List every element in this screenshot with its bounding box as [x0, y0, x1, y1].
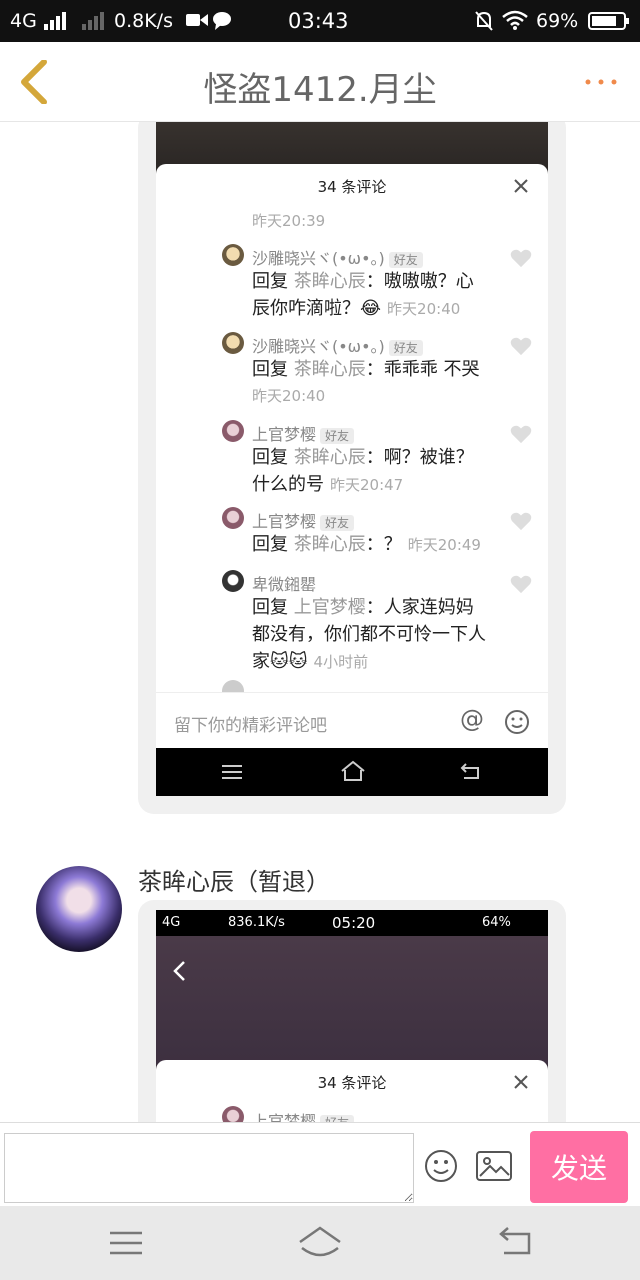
page-title: 怪盗1412.月尘	[203, 70, 437, 110]
screenshot-status-bar: 4G 836.1K/s 05:20 64%	[156, 910, 548, 936]
friend-badge: 好友	[388, 252, 423, 268]
comment-text: 回复 茶眸心辰：乖乖乖 不哭 昨天20:40	[252, 359, 480, 405]
comment-author: 上官梦樱	[252, 512, 317, 531]
comment-author: 上官梦樱	[252, 425, 317, 444]
sender-name: 茶眸心辰（暂退）	[138, 868, 330, 896]
network-speed: 0.8K/s	[114, 10, 173, 32]
avatar	[222, 332, 244, 354]
system-nav-bar	[0, 1206, 640, 1280]
comment-header: 沙雕晓兴ヾ(•ω•。) 好友	[252, 333, 423, 357]
more-dots-icon[interactable]	[584, 78, 618, 86]
comments-title: 34 条评论	[317, 1074, 387, 1092]
like-heart-icon	[510, 425, 532, 444]
message-bubble[interactable]: 34 条评论 昨天20:39 沙雕晓兴ヾ(•ω•。) 好友 回复 茶眸心辰：嗷嗷嗷…	[138, 122, 566, 814]
comment-text: 回复 茶眸心辰：啊？被谁？ 什么的号 昨天20:47	[252, 447, 474, 495]
comment-author: 卑微鎺罌	[252, 575, 317, 594]
message-icon	[213, 12, 231, 30]
friend-badge: 好友	[388, 340, 423, 356]
back-chevron-icon	[173, 961, 185, 981]
comments-title: 34 条评论	[317, 178, 387, 196]
menu-icon	[222, 765, 242, 779]
network-label: 4G	[10, 10, 37, 32]
home-icon	[341, 760, 365, 781]
send-button[interactable]: 发送	[530, 1131, 628, 1203]
wifi-icon	[502, 10, 528, 30]
comment-header: 卑微鎺罌	[252, 571, 316, 595]
comment-placeholder: 留下你的精彩评论吧	[174, 716, 327, 736]
game-scene	[156, 936, 548, 1064]
friend-badge: 好友	[320, 515, 355, 531]
comment-input-row: 留下你的精彩评论吧 @	[156, 692, 548, 748]
message-bubble[interactable]: 4G 836.1K/s 05:20 64% 34 条评论 上官梦樱好友	[138, 900, 566, 1122]
home-icon[interactable]	[298, 1226, 342, 1258]
status-bar: 4G 0.8K/s 03:43 69%	[0, 0, 640, 42]
comment-header: 上官梦樱好友	[252, 421, 355, 445]
friend-badge: 好友	[320, 428, 355, 444]
like-heart-icon	[510, 337, 532, 356]
signal-icon	[44, 12, 66, 30]
comment-header: 沙雕晓兴ヾ(•ω•。) 好友	[252, 245, 423, 269]
comment-header: 上官梦樱好友	[252, 1108, 355, 1122]
chat-area[interactable]: 34 条评论 昨天20:39 沙雕晓兴ヾ(•ω•。) 好友 回复 茶眸心辰：嗷嗷嗷…	[0, 122, 640, 1122]
smiley-icon	[505, 710, 529, 734]
like-heart-icon	[510, 512, 532, 531]
signal-weak-icon	[82, 12, 104, 30]
mute-bell-icon	[475, 11, 493, 31]
battery-percent: 69%	[536, 10, 579, 32]
back-arrow-icon[interactable]	[498, 1226, 532, 1256]
comment-author: 沙雕晓兴ヾ(•ω•。)	[252, 249, 385, 268]
comment-author: 沙雕晓兴ヾ(•ω•。)	[252, 337, 385, 356]
smiley-icon[interactable]	[424, 1149, 458, 1183]
screenshot-image[interactable]: 4G 836.1K/s 05:20 64% 34 条评论 上官梦樱好友	[156, 910, 548, 1122]
back-arrow-icon	[460, 763, 479, 779]
avatar	[222, 420, 244, 442]
input-bar: 发送	[0, 1122, 640, 1206]
comment-text: 回复 茶眸心辰：？ 昨天20:49	[252, 534, 481, 555]
avatar	[222, 244, 244, 266]
avatar	[222, 570, 244, 592]
clock: 03:43	[288, 9, 349, 33]
comments-panel: 34 条评论 上官梦樱好友	[156, 1060, 548, 1122]
sender-avatar[interactable]	[36, 866, 122, 952]
avatar	[222, 507, 244, 529]
at-icon: @	[460, 705, 484, 733]
close-icon	[514, 1075, 528, 1089]
like-heart-icon	[510, 249, 532, 268]
video-icon	[186, 14, 208, 26]
avatar	[222, 680, 244, 692]
emoji: 🐱🐱	[270, 651, 308, 672]
comments-panel: 34 条评论 昨天20:39 沙雕晓兴ヾ(•ω•。) 好友 回复 茶眸心辰：嗷嗷嗷…	[156, 164, 548, 692]
emoji: 😂	[360, 298, 382, 319]
comment-time: 昨天20:39	[252, 212, 326, 230]
avatar	[222, 1106, 244, 1122]
close-icon	[514, 179, 528, 193]
like-heart-icon	[510, 575, 532, 594]
chat-header: 怪盗1412.月尘	[0, 42, 640, 122]
message-input[interactable]	[4, 1133, 414, 1203]
comment-text: 回复 上官梦樱：人家连妈妈 都没有，你们都不可怜一下人 家🐱🐱 4小时前	[252, 597, 486, 672]
comment-header: 上官梦樱好友	[252, 508, 355, 532]
image-icon[interactable]	[476, 1151, 512, 1181]
screenshot-nav-bar	[156, 748, 548, 796]
battery-icon	[588, 12, 629, 30]
comment-text: 回复 茶眸心辰：嗷嗷嗷？心 辰你咋滴啦？😂 昨天20:40	[252, 271, 474, 319]
screenshot-image[interactable]: 34 条评论 昨天20:39 沙雕晓兴ヾ(•ω•。) 好友 回复 茶眸心辰：嗷嗷嗷…	[156, 122, 548, 796]
menu-icon[interactable]	[110, 1230, 142, 1256]
